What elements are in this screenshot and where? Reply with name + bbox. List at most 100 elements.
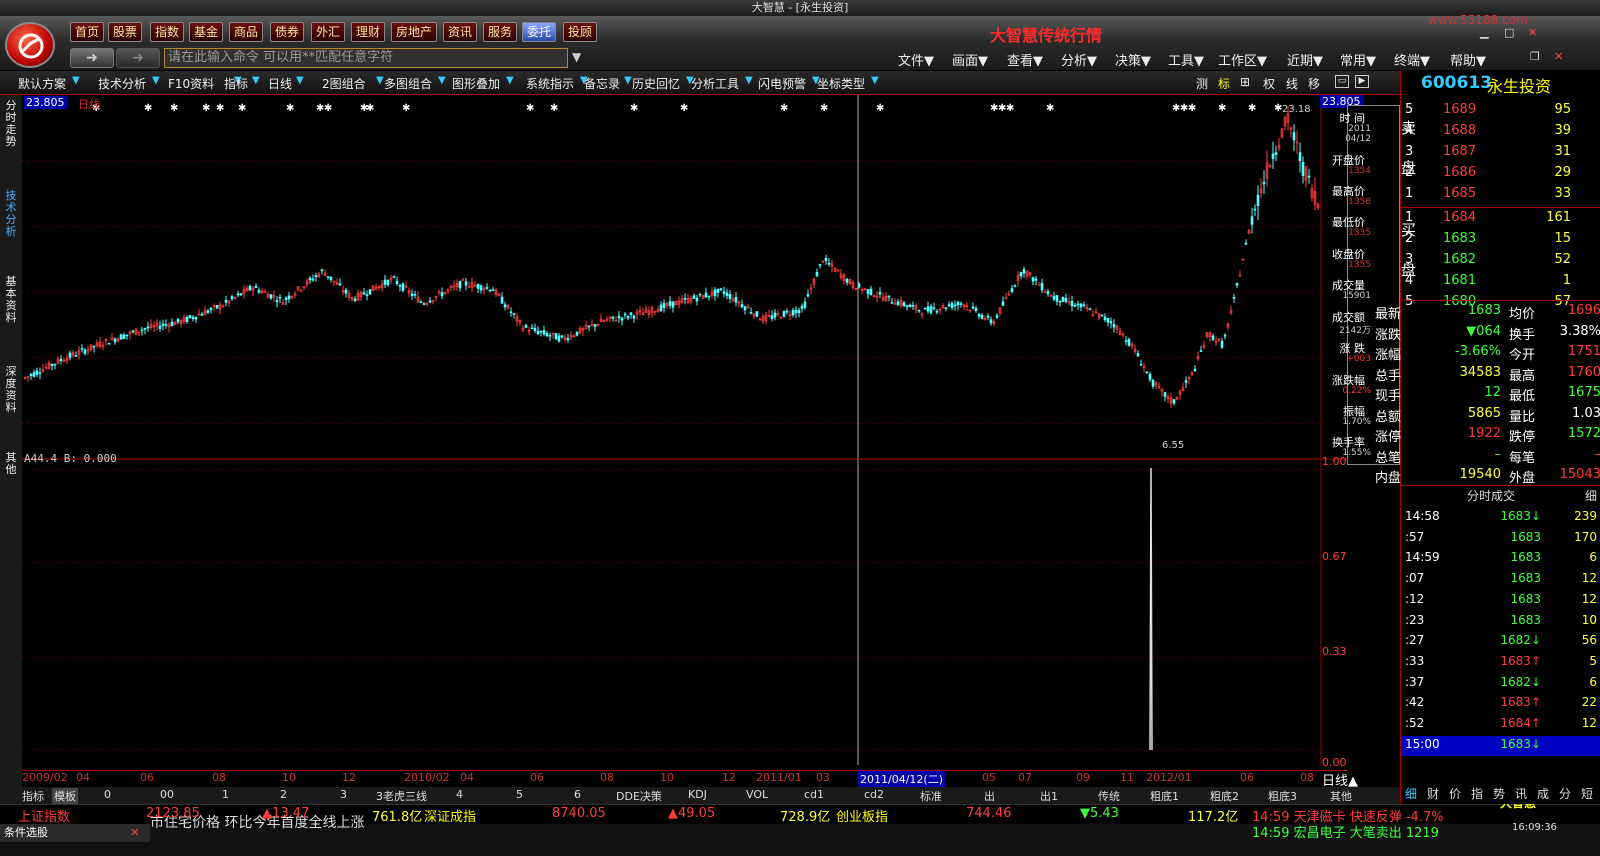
menu-1[interactable]: 画面▼ (952, 50, 988, 69)
bottom-tab-20[interactable]: 粗底1 (1150, 788, 1179, 804)
nav-7[interactable]: 理财 (351, 22, 386, 42)
menu-4[interactable]: 决策▼ (1115, 50, 1151, 69)
nav-5[interactable]: 债券 (270, 22, 305, 42)
menu-8[interactable]: 常用▼ (1340, 50, 1376, 69)
event-marker[interactable]: ✱ (366, 103, 374, 114)
nav-10[interactable]: 服务 (483, 22, 518, 42)
toolbar-item-4[interactable]: 日线 (268, 75, 292, 92)
toolbar-item-2[interactable]: F10资料 (168, 75, 214, 92)
kline-chart[interactable]: ✱ ✱ ✱ ✱ ✱ ✱ ✱ ✱ ✱ ✱✱ ✱ ✱ ✱ ✱ ✱ ✱ ✱ ✱ ✱ ✱ ✱ ✱ ✱ ✱ ✱ ✱ ✱ ✱ (22, 95, 1347, 460)
event-marker[interactable]: ✱ (286, 103, 294, 114)
toolbar-item-8[interactable]: 系统指示 (526, 75, 574, 92)
right-tab-6[interactable]: 成 (1537, 785, 1549, 802)
event-marker[interactable]: ✱ (876, 103, 884, 114)
toolbar-right-1[interactable]: 标 (1218, 75, 1230, 92)
toolbar-right-5[interactable]: 移 (1308, 75, 1320, 92)
window-icon[interactable]: ▭ (1335, 75, 1349, 88)
right-tab-3[interactable]: 指 (1471, 785, 1483, 802)
toolbar-item-9[interactable]: 备忘录 (584, 75, 620, 92)
sidebar-tab-1[interactable]: 技 术 分 析 (3, 190, 19, 238)
bottom-tab-23[interactable]: 其他 (1330, 788, 1352, 804)
event-marker[interactable]: ✱ (1006, 103, 1014, 114)
trades-tab[interactable]: 细 (1585, 487, 1600, 504)
toolbar-item-10[interactable]: 历史回忆 (632, 75, 680, 92)
right-tab-4[interactable]: 势 (1493, 785, 1505, 802)
close-panel-icon[interactable]: ✕ (130, 826, 139, 839)
menu-6[interactable]: 工作区▼ (1218, 50, 1267, 69)
event-marker[interactable]: ✱ (202, 103, 210, 114)
toolbar-item-5[interactable]: 2图组合 (322, 75, 366, 92)
bottom-tab-4[interactable]: 1 (222, 788, 229, 801)
toolbar-dropdown-icon[interactable]: ▼ (72, 75, 80, 86)
nav-1[interactable]: 股票 (108, 22, 143, 42)
right-tab-7[interactable]: 分 (1559, 785, 1571, 802)
alert-2[interactable]: 14:59 宏昌电子 大笔卖出 1219 (1252, 822, 1439, 841)
toolbar-right-0[interactable]: 测 (1196, 75, 1208, 92)
event-marker[interactable]: ✱ (324, 103, 332, 114)
event-marker[interactable]: ✱ (680, 103, 688, 114)
menu-7[interactable]: 近期▼ (1287, 50, 1323, 69)
event-marker[interactable]: ✱ (238, 103, 246, 114)
toolbar-item-13[interactable]: 坐标类型 (817, 75, 865, 92)
command-dropdown-icon[interactable]: ▼ (572, 50, 581, 64)
bottom-tab-15[interactable]: cd2 (864, 788, 884, 801)
toolbar-item-3[interactable]: 指标 (224, 75, 248, 92)
bottom-tab-11[interactable]: DDE决策 (616, 788, 662, 804)
bottom-tab-12[interactable]: KDJ (688, 788, 707, 801)
event-marker[interactable]: ✱ (144, 103, 152, 114)
toolbar-dropdown-icon[interactable]: ▼ (871, 75, 879, 86)
nav-3[interactable]: 基金 (189, 22, 224, 42)
close-icon[interactable]: ✕ (1528, 26, 1537, 39)
toolbar-dropdown-icon[interactable]: ▼ (624, 75, 632, 86)
index-name-2[interactable]: 创业板指 (836, 806, 888, 825)
bottom-tab-14[interactable]: cd1 (804, 788, 824, 801)
minimize-icon[interactable]: ▁ (1480, 26, 1488, 39)
bottom-tab-16[interactable]: 标准 (920, 788, 942, 804)
toolbar-item-0[interactable]: 默认方案 (18, 75, 66, 92)
bottom-tab-21[interactable]: 粗底2 (1210, 788, 1239, 804)
menu-2[interactable]: 查看▼ (1007, 50, 1043, 69)
forward-button[interactable]: ➜ (116, 48, 160, 68)
bottom-tab-3[interactable]: 00 (160, 788, 174, 801)
event-marker[interactable]: ✱ (402, 103, 410, 114)
event-marker[interactable]: ✱ (1248, 103, 1256, 114)
bottom-tab-19[interactable]: 传统 (1098, 788, 1120, 804)
condition-picker-tab[interactable]: 条件选股 (0, 824, 150, 842)
menu-0[interactable]: 文件▼ (898, 50, 934, 69)
toolbar-dropdown-icon[interactable]: ▼ (506, 75, 514, 86)
index-name-0[interactable]: 上证指数 (18, 806, 70, 825)
event-marker[interactable]: ✱ (780, 103, 788, 114)
bottom-tab-18[interactable]: 出1 (1040, 788, 1058, 804)
bottom-tab-8[interactable]: 4 (456, 788, 463, 801)
toolbar-right-3[interactable]: 权 (1263, 75, 1275, 92)
event-marker[interactable]: ✱ (526, 103, 534, 114)
right-tab-8[interactable]: 短 (1581, 785, 1593, 802)
toolbar-dropdown-icon[interactable]: ▼ (376, 75, 384, 86)
event-marker[interactable]: ✱ (216, 103, 224, 114)
toolbar-right-4[interactable]: 线 (1286, 75, 1298, 92)
nav-11[interactable]: 委托 (522, 22, 557, 42)
toolbar-right-2[interactable]: ⊞ (1240, 75, 1250, 89)
nav-9[interactable]: 资讯 (443, 22, 478, 42)
sidebar-tab-4[interactable]: 其 他 (3, 452, 19, 476)
event-marker[interactable]: ✱ (1218, 103, 1226, 114)
menu-3[interactable]: 分析▼ (1061, 50, 1097, 69)
right-tab-2[interactable]: 价 (1449, 785, 1461, 802)
site-link[interactable]: www.55188.com (1428, 13, 1528, 27)
event-marker[interactable]: ✱ (550, 103, 558, 114)
restore-icon[interactable]: ❐ (1530, 50, 1540, 63)
bottom-tab-9[interactable]: 5 (516, 788, 523, 801)
back-button[interactable]: ➜ (70, 48, 114, 68)
toolbar-item-6[interactable]: 多图组合 (384, 75, 432, 92)
nav-6[interactable]: 外汇 (311, 22, 346, 42)
maximize-icon[interactable]: □ (1504, 26, 1514, 39)
event-marker[interactable]: ✱ (170, 103, 178, 114)
toolbar-item-7[interactable]: 图形叠加 (452, 75, 500, 92)
right-tab-0[interactable]: 细 (1405, 785, 1417, 802)
toolbar-dropdown-icon[interactable]: ▼ (152, 75, 160, 86)
app-logo-icon[interactable] (5, 22, 55, 68)
indicator-chart[interactable] (22, 460, 1347, 765)
event-marker[interactable]: ✱ (630, 103, 638, 114)
command-input[interactable]: 请在此输入命令 可以用**匹配任意字符 (164, 48, 568, 68)
panel-toggle-icon[interactable]: ▶ (1355, 75, 1369, 88)
